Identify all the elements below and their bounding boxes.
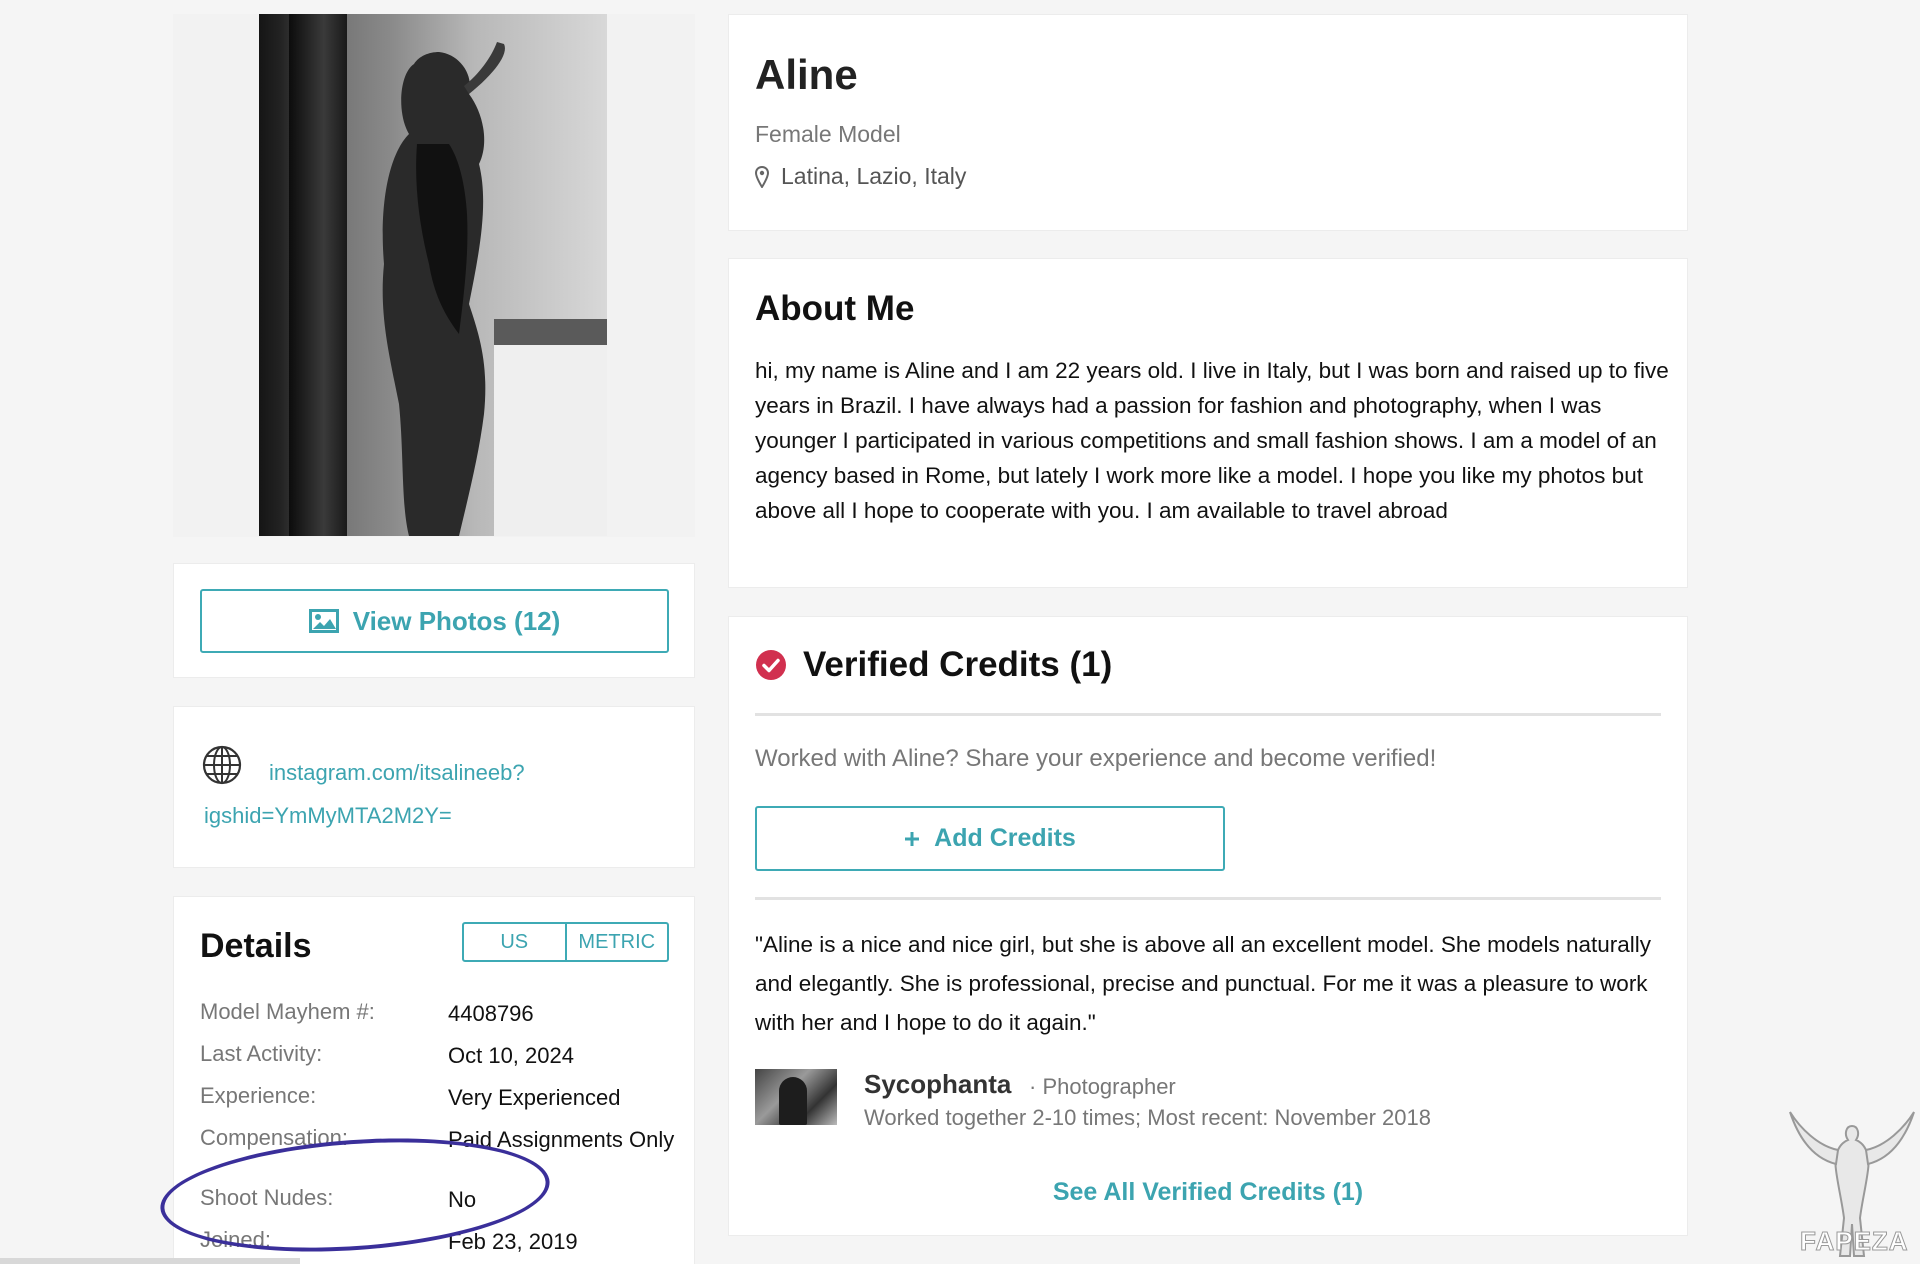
details-card: Details US METRIC Model Mayhem #: 440879… bbox=[173, 896, 695, 1264]
divider bbox=[755, 713, 1661, 716]
unit-toggle: US METRIC bbox=[462, 922, 669, 962]
bottom-divider bbox=[0, 1258, 300, 1264]
unit-metric-button[interactable]: METRIC bbox=[564, 924, 668, 960]
view-photos-label: View Photos (12) bbox=[352, 605, 561, 636]
credits-prompt: Worked with Aline? Share your experience… bbox=[755, 745, 1437, 772]
unit-us-button[interactable]: US bbox=[464, 924, 565, 960]
about-text: hi, my name is Aline and I am 22 years o… bbox=[755, 358, 1669, 523]
detail-label: Joined: bbox=[200, 1227, 271, 1252]
profile-photo-card bbox=[173, 14, 695, 537]
view-photos-button[interactable]: View Photos (12) bbox=[200, 589, 669, 653]
location-text: Latina, Lazio, Italy bbox=[781, 163, 967, 189]
credit-quote: "Aline is a nice and nice girl, but she … bbox=[755, 932, 1651, 1035]
about-title: About Me bbox=[755, 289, 915, 328]
map-pin-icon bbox=[755, 165, 769, 188]
detail-label: Compensation: bbox=[200, 1125, 348, 1150]
detail-value: No bbox=[448, 1187, 477, 1212]
see-all-credits-link[interactable]: See All Verified Credits (1) bbox=[729, 1178, 1687, 1207]
globe-icon bbox=[202, 745, 242, 785]
divider bbox=[755, 897, 1661, 900]
credits-title: Verified Credits (1) bbox=[803, 645, 1113, 684]
details-title: Details bbox=[200, 927, 312, 965]
add-credits-button[interactable]: Add Credits bbox=[755, 806, 1225, 871]
profile-name: Aline bbox=[755, 51, 858, 98]
reviewer-name[interactable]: Sycophanta bbox=[864, 1069, 1011, 1100]
about-card: About Me hi, my name is Aline and I am 2… bbox=[728, 258, 1688, 588]
profile-header-card: Aline Female Model Latina, Lazio, Italy bbox=[728, 14, 1688, 231]
credits-header: Verified Credits (1) bbox=[755, 645, 1112, 685]
reviewer-meta: Worked together 2-10 times; Most recent:… bbox=[864, 1105, 1431, 1130]
view-photos-card: View Photos (12) bbox=[173, 563, 695, 678]
detail-label: Experience: bbox=[200, 1083, 317, 1108]
detail-label: Model Mayhem #: bbox=[200, 999, 375, 1024]
detail-label: Last Activity: bbox=[200, 1041, 323, 1066]
verified-check-icon bbox=[756, 650, 786, 680]
detail-value: Feb 23, 2019 bbox=[448, 1229, 578, 1254]
detail-value: 4408796 bbox=[448, 1001, 534, 1026]
photo-figure bbox=[382, 42, 505, 536]
watermark-text: FAPEZA bbox=[1800, 1226, 1909, 1257]
image-icon bbox=[308, 609, 339, 633]
instagram-link[interactable]: instagram.com/itsalineeb? bbox=[269, 760, 525, 786]
reviewer-avatar[interactable] bbox=[755, 1069, 837, 1125]
verified-credits-card: Verified Credits (1) Worked with Aline? … bbox=[728, 616, 1688, 1236]
reviewer-role: · Photographer bbox=[1029, 1074, 1176, 1099]
detail-value: Paid Assignments Only bbox=[448, 1127, 675, 1152]
profile-photo[interactable] bbox=[259, 14, 607, 536]
detail-value: Very Experienced bbox=[448, 1085, 621, 1110]
profile-location: Latina, Lazio, Italy bbox=[755, 163, 966, 190]
profile-role: Female Model bbox=[755, 121, 901, 147]
plus-icon bbox=[905, 831, 920, 846]
detail-value: Oct 10, 2024 bbox=[448, 1043, 574, 1068]
website-card: instagram.com/itsalineeb? igshid=YmMyMTA… bbox=[173, 706, 695, 868]
detail-label: Shoot Nudes: bbox=[200, 1185, 334, 1210]
instagram-link-continued[interactable]: igshid=YmMyMTA2M2Y= bbox=[204, 803, 452, 829]
add-credits-label: Add Credits bbox=[934, 824, 1076, 852]
